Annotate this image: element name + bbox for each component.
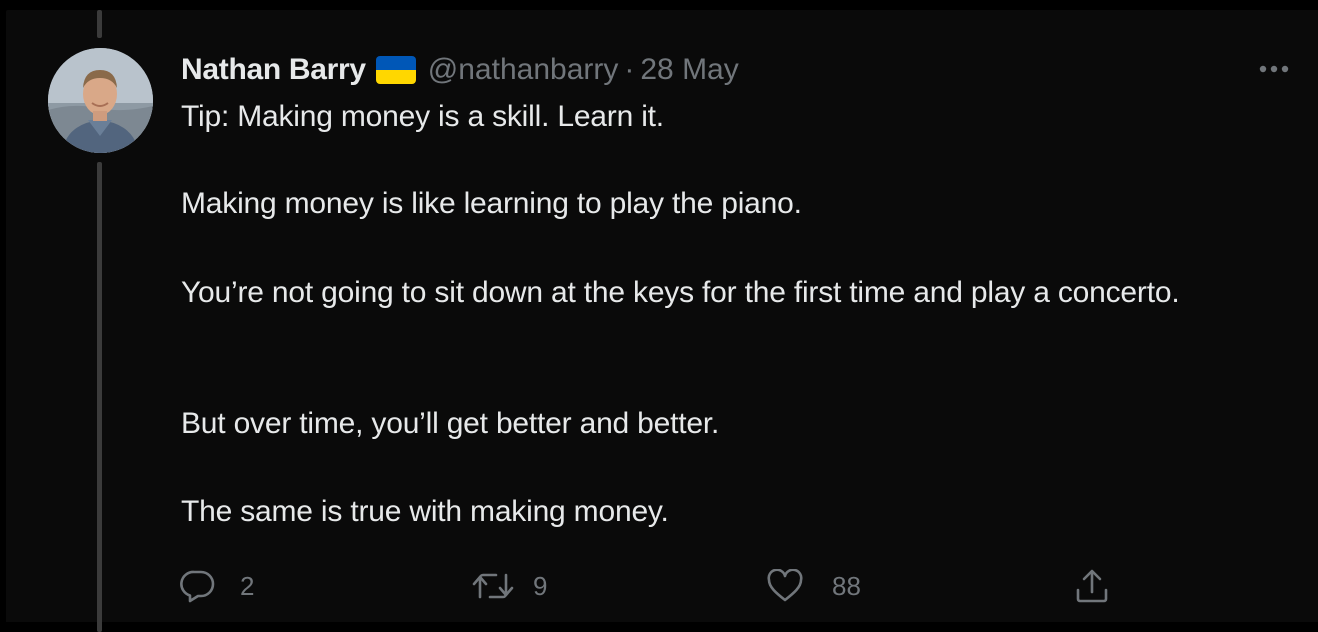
avatar-photo (48, 48, 153, 153)
tweet-paragraph: Making money is like learning to play th… (181, 187, 802, 220)
ukraine-flag-icon (375, 56, 416, 84)
retweet-count: 9 (533, 570, 548, 601)
tweet-paragraph: Tip: Making money is a skill. Learn it. (181, 100, 664, 133)
more-options-icon[interactable] (1252, 54, 1296, 84)
like-count: 88 (832, 570, 861, 601)
reply-icon (180, 570, 215, 603)
tweet-paragraph: You’re not going to sit down at the keys… (181, 276, 1180, 309)
screenshot-frame: Nathan Barry @nathanbarry · 28 May Tip: … (0, 0, 1318, 632)
share-button[interactable] (1074, 564, 1110, 608)
like-button[interactable]: 88 (766, 564, 861, 608)
tweet-card[interactable]: Nathan Barry @nathanbarry · 28 May Tip: … (6, 10, 1318, 632)
author-display-name[interactable]: Nathan Barry (181, 53, 366, 87)
more-dots-glyph (1259, 65, 1289, 73)
author-handle[interactable]: @nathanbarry (428, 53, 619, 87)
header-separator: · (624, 53, 635, 86)
tweet-header: Nathan Barry @nathanbarry · 28 May (181, 50, 739, 90)
share-icon (1076, 569, 1108, 603)
reply-count: 2 (240, 570, 255, 601)
reply-button[interactable]: 2 (180, 564, 254, 608)
heart-icon (767, 569, 803, 602)
tweet-date[interactable]: 28 May (640, 53, 738, 87)
retweet-icon (472, 573, 514, 599)
avatar[interactable] (48, 48, 153, 153)
tweet-paragraph: The same is true with making money. (181, 495, 669, 528)
tweet-paragraph: But over time, you’ll get better and bet… (181, 407, 720, 440)
thread-line-top (97, 10, 102, 38)
thread-line-bottom (97, 162, 102, 632)
retweet-button[interactable]: 9 (471, 564, 547, 608)
